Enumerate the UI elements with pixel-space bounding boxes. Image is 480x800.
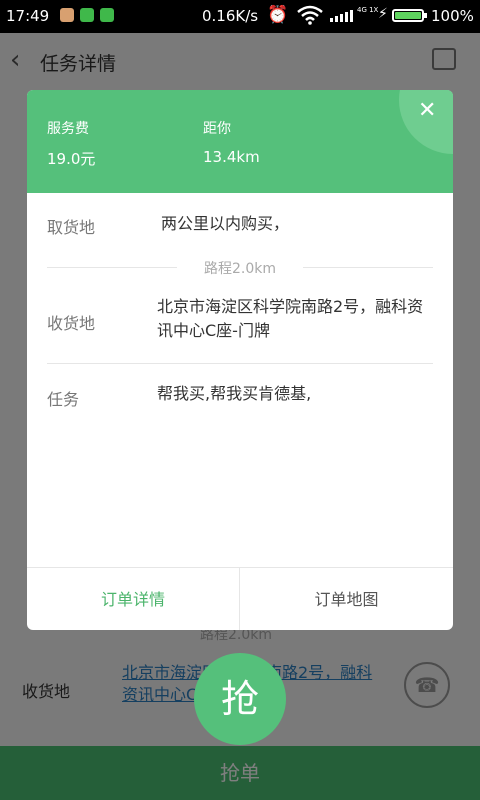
route-divider-right [303,267,433,268]
deliver-value: 北京市海淀区科学院南路2号，融科资讯中心C座-门牌 [157,297,424,340]
network-type: 4G 1X [357,6,379,14]
wechat-notification-icon [100,8,114,22]
app-notification-icon [60,8,74,22]
grab-circle-button[interactable]: 抢 [194,653,286,745]
distance-label: 距你 [203,121,231,137]
order-map-button[interactable]: 订单地图 [240,568,453,630]
wifi-icon [297,5,323,29]
alarm-icon: ⏰ [267,5,289,25]
fee-label: 服务费 [47,121,89,137]
task-label: 任务 [47,390,80,409]
close-icon[interactable]: ✕ [418,98,436,123]
distance-value: 13.4km [203,148,260,166]
task-dialog: ✕ 服务费 19.0元 距你 13.4km 取货地 两公里以内购买， 路程2.0… [27,90,453,630]
charging-icon: ⚡ [378,6,388,22]
divider [47,363,433,364]
dialog-footer: 订单详情 订单地图 [27,567,453,630]
dialog-header: ✕ 服务费 19.0元 距你 13.4km [27,90,453,193]
order-detail-button[interactable]: 订单详情 [27,568,239,630]
battery-fill [395,12,421,19]
pickup-label: 取货地 [47,218,96,237]
deliver-label: 收货地 [47,314,96,333]
status-time: 17:49 [6,7,50,25]
network-speed: 0.16K/s [202,7,259,25]
battery-percent: 100% [431,7,474,25]
task-value: 帮我买,帮我买肯德基, [157,384,312,403]
message-notification-icon [80,8,94,22]
signal-icon [330,10,353,22]
battery-icon [392,9,427,22]
status-bar: 17:49 0.16K/s ⏰ 4G 1X ⚡ 100% [0,0,480,33]
pickup-value: 两公里以内购买， [161,214,290,233]
fee-value: 19.0元 [47,150,96,168]
route-distance: 路程2.0km [203,261,276,277]
